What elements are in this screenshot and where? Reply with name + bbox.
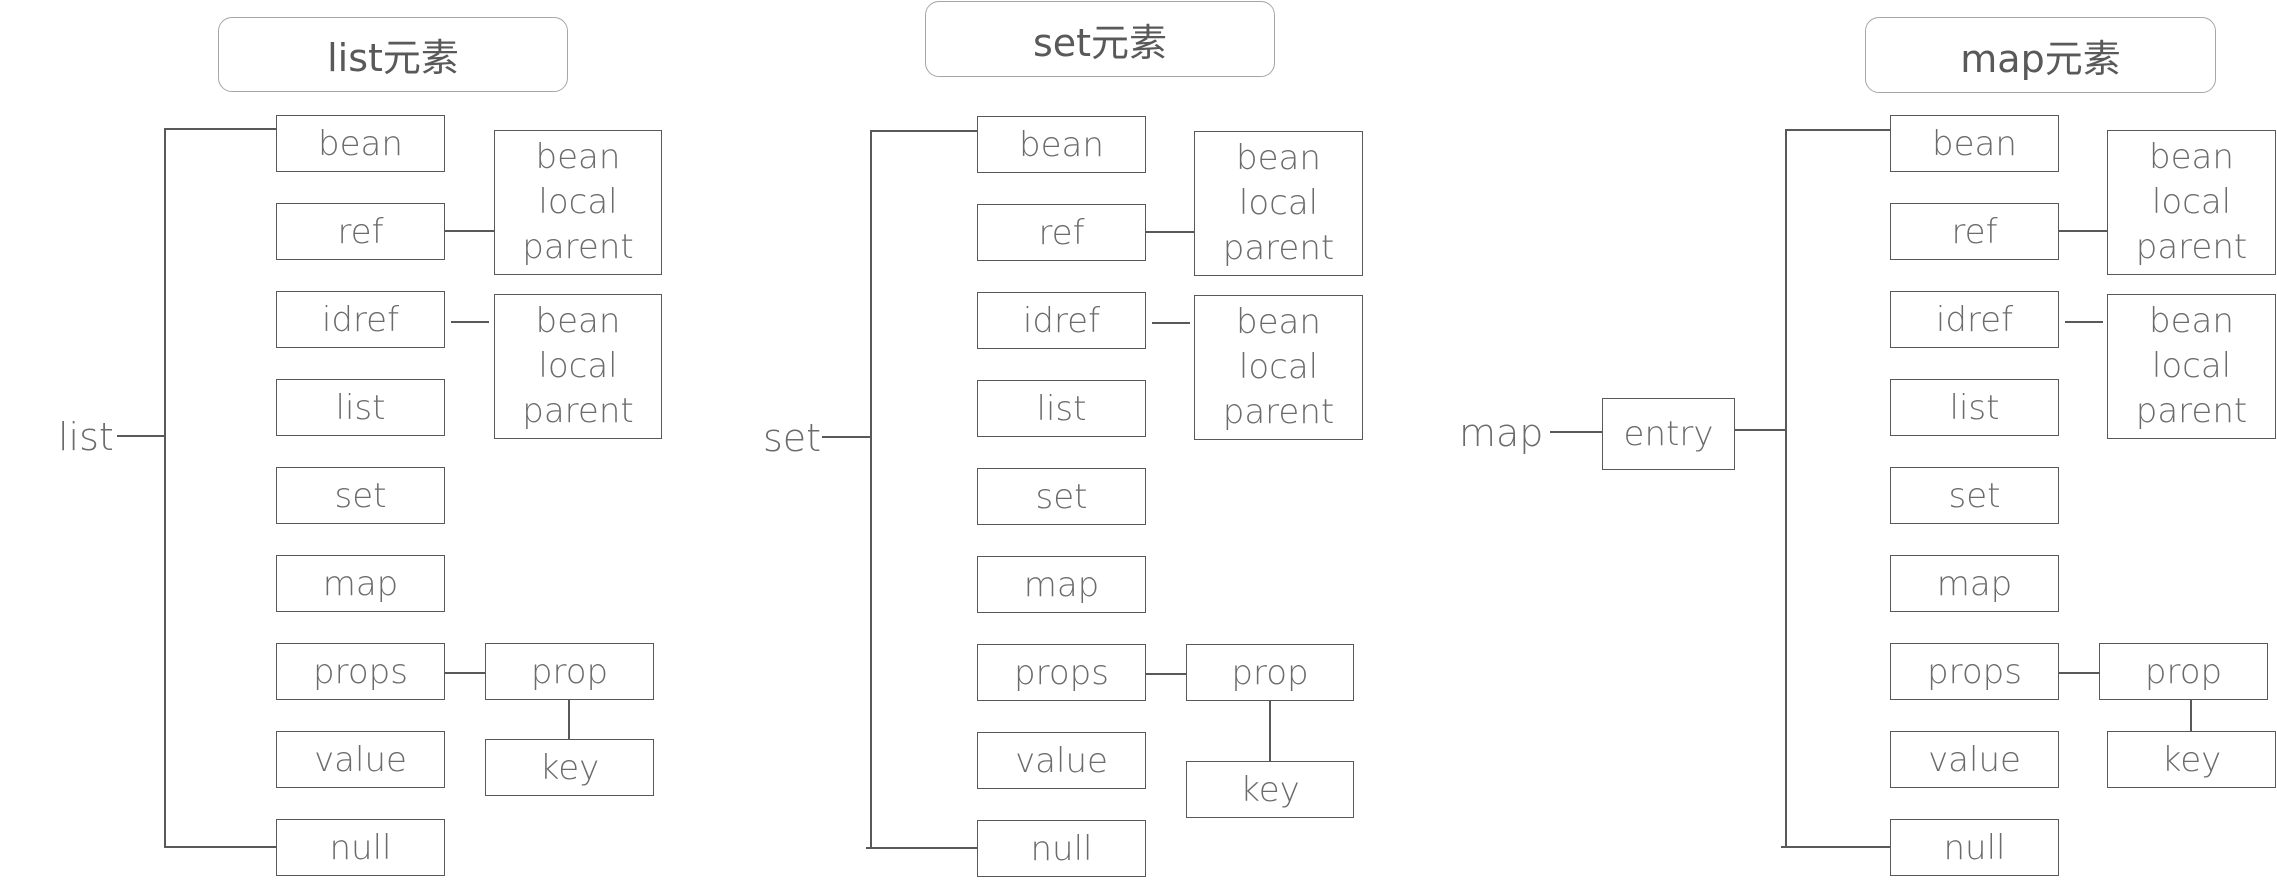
child-bean: bean — [977, 116, 1146, 173]
connector — [1152, 322, 1190, 324]
child-set: set — [977, 468, 1146, 525]
child-null: null — [276, 819, 445, 876]
child-ref: ref — [276, 203, 445, 260]
key-box: key — [2107, 731, 2276, 788]
child-map: map — [276, 555, 445, 612]
root-label-list: list — [58, 415, 114, 459]
child-props: props — [276, 643, 445, 700]
key-box: key — [485, 739, 654, 796]
child-map: map — [1890, 555, 2059, 612]
idref-target-bean: bean — [2149, 301, 2234, 341]
connector — [1785, 129, 1787, 848]
ref-target-local: local — [1238, 183, 1319, 223]
connector — [445, 672, 485, 674]
panel-title-map: map元素 — [1865, 17, 2216, 93]
prop-box: prop — [2099, 643, 2268, 700]
connector — [445, 230, 494, 232]
ref-targets-box: bean local parent — [2107, 130, 2276, 275]
connector — [1735, 429, 1785, 431]
child-value: value — [1890, 731, 2059, 788]
connector — [822, 436, 870, 438]
connector — [451, 321, 489, 323]
connector — [164, 846, 276, 848]
ref-target-parent: parent — [1222, 228, 1335, 268]
child-null: null — [977, 820, 1146, 877]
connector — [1550, 431, 1602, 433]
ref-target-parent: parent — [2135, 227, 2248, 267]
child-list: list — [977, 380, 1146, 437]
idref-target-parent: parent — [2135, 391, 2248, 431]
child-bean: bean — [1890, 115, 2059, 172]
connector — [866, 847, 977, 849]
child-set: set — [1890, 467, 2059, 524]
child-ref: ref — [977, 204, 1146, 261]
connector — [2059, 672, 2099, 674]
idref-target-parent: parent — [522, 391, 634, 431]
child-idref: idref — [1890, 291, 2059, 348]
child-map: map — [977, 556, 1146, 613]
ref-target-bean: bean — [535, 137, 621, 177]
connector — [568, 700, 570, 739]
connector — [2065, 321, 2103, 323]
diagram-canvas: list元素 list bean ref idref list set map … — [0, 0, 2277, 894]
idref-target-local: local — [2151, 346, 2232, 386]
idref-targets-box: bean local parent — [494, 294, 662, 439]
child-list: list — [276, 379, 445, 436]
ref-targets-box: bean local parent — [494, 130, 662, 275]
connector — [164, 128, 276, 130]
idref-target-bean: bean — [1236, 302, 1321, 342]
idref-target-bean: bean — [535, 301, 621, 341]
connector — [164, 128, 166, 848]
connector — [2059, 230, 2107, 232]
connector — [117, 435, 164, 437]
child-null: null — [1890, 819, 2059, 876]
connector — [1269, 701, 1271, 761]
connector — [1146, 231, 1194, 233]
ref-target-bean: bean — [1236, 138, 1321, 178]
key-box: key — [1186, 761, 1354, 818]
idref-targets-box: bean local parent — [2107, 294, 2276, 439]
connector — [2190, 700, 2192, 731]
child-bean: bean — [276, 115, 445, 172]
connector — [1781, 846, 1890, 848]
idref-target-parent: parent — [1222, 392, 1335, 432]
entry-box: entry — [1602, 398, 1735, 470]
ref-targets-box: bean local parent — [1194, 131, 1363, 276]
child-idref: idref — [977, 292, 1146, 349]
prop-box: prop — [1186, 644, 1354, 701]
child-idref: idref — [276, 291, 445, 348]
connector — [1785, 129, 1890, 131]
root-label-set: set — [763, 416, 822, 460]
connector — [870, 130, 977, 132]
idref-target-local: local — [1238, 347, 1319, 387]
child-set: set — [276, 467, 445, 524]
connector — [870, 130, 872, 848]
panel-title-set: set元素 — [925, 1, 1275, 77]
prop-box: prop — [485, 643, 654, 700]
ref-target-parent: parent — [522, 227, 634, 267]
child-props: props — [1890, 643, 2059, 700]
ref-target-bean: bean — [2149, 137, 2234, 177]
idref-target-local: local — [538, 346, 618, 386]
ref-target-local: local — [538, 182, 618, 222]
ref-target-local: local — [2151, 182, 2232, 222]
child-value: value — [276, 731, 445, 788]
child-ref: ref — [1890, 203, 2059, 260]
connector — [1146, 673, 1186, 675]
child-props: props — [977, 644, 1146, 701]
idref-targets-box: bean local parent — [1194, 295, 1363, 440]
panel-title-list: list元素 — [218, 17, 568, 92]
root-label-map: map — [1459, 411, 1544, 455]
child-value: value — [977, 732, 1146, 789]
child-list: list — [1890, 379, 2059, 436]
